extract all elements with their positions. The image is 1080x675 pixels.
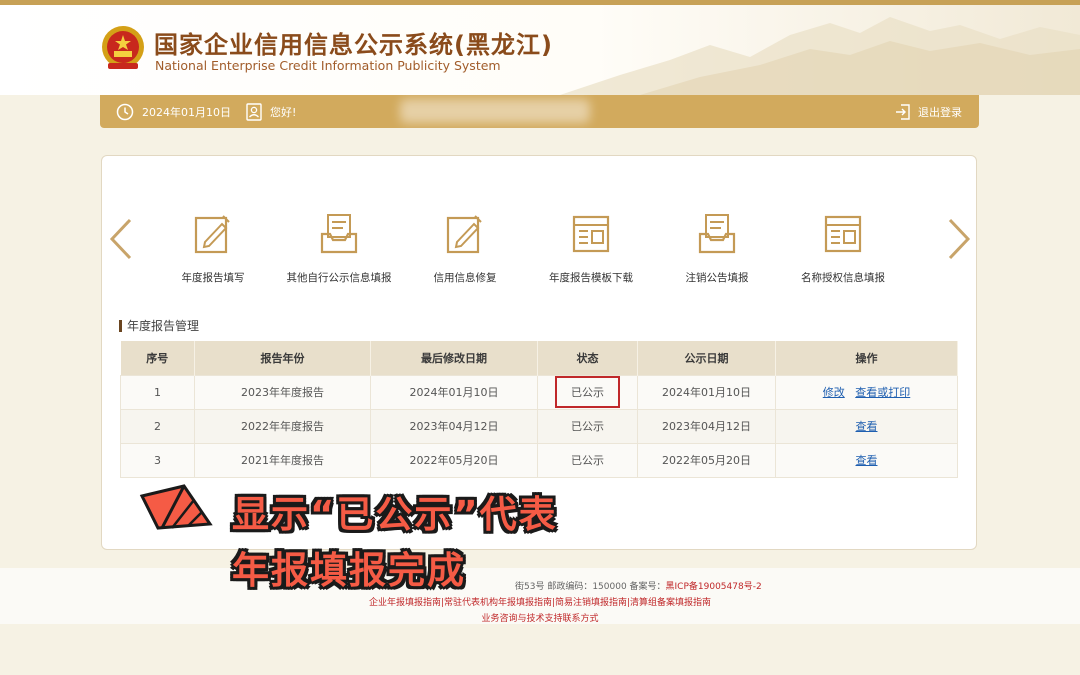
blurred-username — [400, 99, 590, 123]
edit-form-icon — [446, 215, 482, 254]
status-highlight-box: 已公示 — [555, 376, 620, 408]
cell-published: 2024年01月10日 — [637, 374, 776, 410]
cell-no: 1 — [120, 374, 195, 410]
site-title: 国家企业信用信息公示系统(黑龙江) — [154, 31, 553, 59]
user-card-icon — [246, 102, 262, 121]
user-greeting: 您好! — [246, 95, 296, 128]
col-header: 状态 — [537, 341, 638, 375]
logout-button[interactable]: 退出登录 — [895, 95, 962, 128]
cell-modified: 2023年04月12日 — [370, 408, 538, 444]
col-header: 序号 — [120, 341, 195, 375]
site-subtitle: National Enterprise Credit Information P… — [155, 58, 501, 73]
table-row: 2 2022年年度报告 2023年04月12日 已公示 2023年04月12日 … — [120, 408, 958, 444]
logout-label: 退出登录 — [918, 105, 962, 119]
annotation-line-2: 年报填报完成 — [232, 549, 466, 592]
cell-modified: 2024年01月10日 — [370, 374, 538, 410]
inbox-document-icon — [320, 214, 358, 254]
col-header: 操作 — [775, 341, 958, 375]
func-other-disclosure[interactable]: 其他自行公示信息填报 — [274, 212, 404, 285]
func-label: 其他自行公示信息填报 — [286, 272, 392, 284]
cell-year: 2023年年度报告 — [194, 374, 371, 410]
col-header: 最后修改日期 — [370, 341, 538, 375]
inbox-document-icon — [698, 214, 736, 254]
section-title-text: 年度报告管理 — [127, 319, 200, 333]
cell-actions: 修改 查看或打印 — [775, 374, 958, 410]
cell-status: 已公示 — [537, 442, 638, 478]
cell-published: 2023年04月12日 — [637, 408, 776, 444]
footer-address-line: 街53号 邮政编码：150000 备案号：黑ICP备19005478号-2 — [515, 579, 762, 592]
cell-no: 3 — [120, 442, 195, 478]
section-title: 年度报告管理 — [119, 317, 199, 334]
site-header: 国家企业信用信息公示系统(黑龙江) National Enterprise Cr… — [0, 5, 1080, 95]
func-label: 年度报告填写 — [181, 272, 245, 284]
user-bar: 2024年01月10日 您好! 退出登录 — [100, 95, 979, 128]
func-credit-repair[interactable]: 信用信息修复 — [400, 212, 530, 285]
annual-report-table: 序号 报告年份 最后修改日期 状态 公示日期 操作 1 2023年年度报告 20… — [120, 341, 958, 478]
view-print-link[interactable]: 查看或打印 — [855, 386, 910, 399]
func-label: 年度报告模板下载 — [549, 272, 633, 284]
cell-status: 已公示 — [537, 374, 638, 410]
carousel-next-arrow-icon[interactable] — [946, 218, 972, 260]
func-template-download[interactable]: 年度报告模板下载 — [526, 212, 656, 285]
col-header: 报告年份 — [194, 341, 371, 375]
greeting-text: 您好! — [270, 105, 297, 119]
clock-icon — [116, 103, 134, 120]
footer-support-link[interactable]: 业务咨询与技术支持联系方式 — [0, 611, 1080, 624]
cell-actions: 查看 — [775, 442, 958, 478]
carousel-prev-arrow-icon[interactable] — [108, 218, 134, 260]
national-emblem-icon — [102, 26, 144, 69]
site-footer: 街53号 邮政编码：150000 备案号：黑ICP备19005478号-2 企业… — [0, 568, 1080, 624]
func-label: 信用信息修复 — [433, 272, 497, 284]
edit-link[interactable]: 修改 — [823, 386, 845, 399]
cell-status: 已公示 — [537, 408, 638, 444]
icp-record-link[interactable]: 黑ICP备19005478号-2 — [666, 582, 762, 592]
func-label: 注销公告填报 — [685, 272, 749, 284]
func-name-authorization[interactable]: 名称授权信息填报 — [778, 212, 908, 285]
footer-guide-links[interactable]: 企业年报填报指南|常驻代表机构年报填报指南|简易注销填报指南|清算组备案填报指南 — [0, 595, 1080, 608]
table-header-row: 序号 报告年份 最后修改日期 状态 公示日期 操作 — [120, 341, 958, 375]
megaphone-icon — [139, 484, 213, 530]
cell-published: 2022年05月20日 — [637, 442, 776, 478]
mountain-decoration — [560, 17, 1080, 95]
current-date: 2024年01月10日 — [142, 105, 231, 119]
view-link[interactable]: 查看 — [856, 454, 878, 467]
table-row: 1 2023年年度报告 2024年01月10日 已公示 2024年01月10日 … — [120, 374, 958, 410]
cell-year: 2022年年度报告 — [194, 408, 371, 444]
view-link[interactable]: 查看 — [856, 420, 878, 433]
date-display: 2024年01月10日 — [116, 95, 231, 128]
func-label: 名称授权信息填报 — [801, 272, 885, 284]
template-card-icon — [824, 215, 862, 253]
func-annual-report-fill[interactable]: 年度报告填写 — [148, 212, 278, 285]
section-marker — [119, 319, 122, 332]
func-deregistration-notice[interactable]: 注销公告填报 — [652, 212, 782, 285]
footer-address: 街53号 邮政编码：150000 备案号： — [515, 582, 666, 592]
cell-actions: 查看 — [775, 408, 958, 444]
cell-no: 2 — [120, 408, 195, 444]
cell-year: 2021年年度报告 — [194, 442, 371, 478]
template-card-icon — [572, 215, 610, 253]
col-header: 公示日期 — [637, 341, 776, 375]
cell-modified: 2022年05月20日 — [370, 442, 538, 478]
annotation-line-1: 显示“已公示”代表 — [232, 493, 558, 536]
logout-icon — [896, 103, 910, 120]
edit-form-icon — [194, 215, 230, 254]
table-row: 3 2021年年度报告 2022年05月20日 已公示 2022年05月20日 … — [120, 442, 958, 478]
